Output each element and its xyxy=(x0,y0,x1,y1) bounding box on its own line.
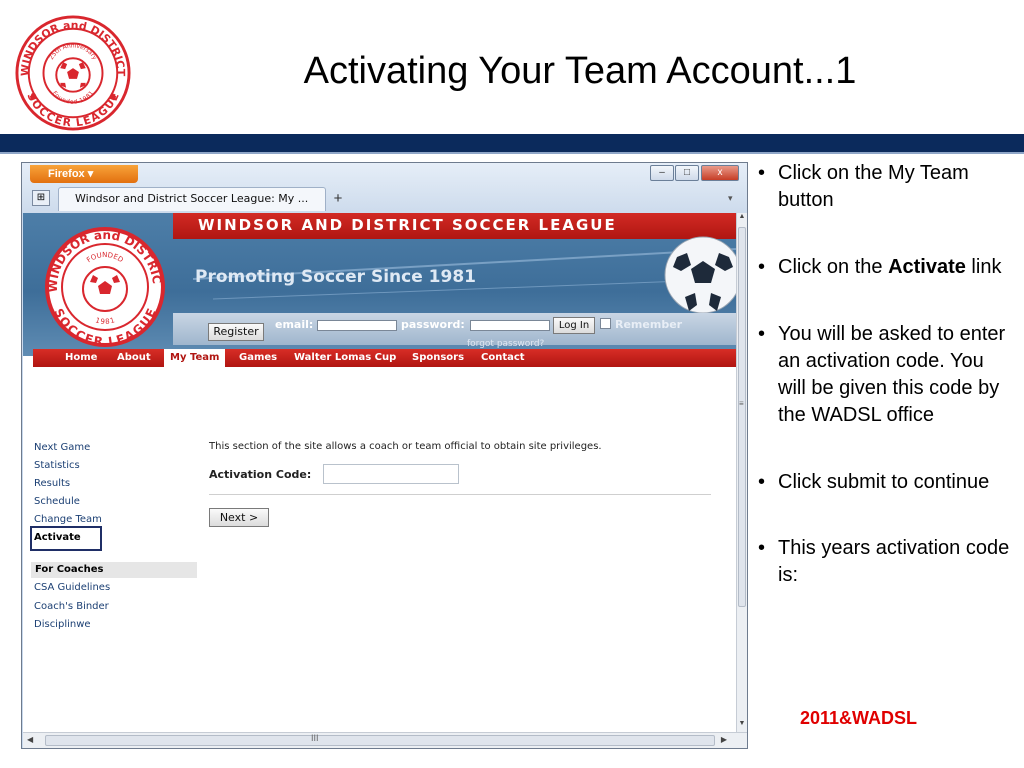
close-button[interactable]: x xyxy=(701,165,739,181)
nav-about[interactable]: About xyxy=(117,349,151,367)
coaches-heading: For Coaches xyxy=(31,562,197,578)
instruction-code-intro: This years activation code is: xyxy=(758,535,1016,589)
activate-highlight-box xyxy=(30,526,102,551)
vertical-scroll-thumb[interactable] xyxy=(738,227,746,607)
nav-sponsors[interactable]: Sponsors xyxy=(412,349,464,367)
sidebar-item-statistics[interactable]: Statistics xyxy=(34,460,80,471)
browser-chrome: Firefox ▾ – □ x ⊞ Windsor and District S… xyxy=(22,163,747,213)
tab-groups-icon[interactable]: ⊞ xyxy=(32,190,50,206)
vertical-scrollbar[interactable]: ▲ ≡ ▼ xyxy=(736,213,747,732)
register-button[interactable]: Register xyxy=(208,323,264,341)
site-header: WINDSOR AND DISTRICT SOCCER LEAGUE Promo… xyxy=(23,213,736,356)
sidebar-item-next-game[interactable]: Next Game xyxy=(34,442,90,453)
sidebar-item-coaches-binder[interactable]: Coach's Binder xyxy=(34,601,109,612)
sidebar-item-discipline[interactable]: Disciplinwe xyxy=(34,619,91,630)
nav-home[interactable]: Home xyxy=(65,349,97,367)
nav-walter-lomas-cup[interactable]: Walter Lomas Cup xyxy=(294,349,396,367)
nav-games[interactable]: Games xyxy=(239,349,277,367)
horizontal-scrollbar[interactable]: ◀ III ▶ xyxy=(23,732,747,748)
site-navbar: Home About My Team Games Walter Lomas Cu… xyxy=(33,349,736,367)
activation-code-field[interactable] xyxy=(323,464,459,484)
page-viewport: WINDSOR AND DISTRICT SOCCER LEAGUE Promo… xyxy=(23,213,736,732)
title-bar xyxy=(0,134,1024,152)
nav-contact[interactable]: Contact xyxy=(481,349,525,367)
sidebar-item-results[interactable]: Results xyxy=(34,478,70,489)
sidebar-item-schedule[interactable]: Schedule xyxy=(34,496,80,507)
scroll-grip-label: III xyxy=(311,733,319,743)
instruction-enter-code: You will be asked to enter an activation… xyxy=(758,321,1016,429)
site-name: WINDSOR AND DISTRICT SOCCER LEAGUE xyxy=(198,216,617,234)
content-divider xyxy=(209,494,711,495)
minimize-button[interactable]: – xyxy=(650,165,674,181)
section-description: This section of the site allows a coach … xyxy=(209,441,602,452)
scroll-left-icon[interactable]: ◀ xyxy=(27,735,33,744)
instruction-submit: Click submit to continue xyxy=(758,469,1016,496)
email-label: email: xyxy=(275,318,314,331)
next-button[interactable]: Next > xyxy=(209,508,269,527)
horizontal-scroll-thumb[interactable]: III xyxy=(45,733,715,746)
password-label: password: xyxy=(401,318,465,331)
menu-arrow-icon: ▾ xyxy=(87,168,94,180)
tab-list-icon[interactable]: ▾ xyxy=(728,193,733,204)
scroll-right-icon[interactable]: ▶ xyxy=(721,735,727,744)
soccer-ball-icon xyxy=(664,236,736,314)
maximize-button[interactable]: □ xyxy=(675,165,699,181)
site-logo: WINDSOR and DISTRICT SOCCER LEAGUE FOUND… xyxy=(33,221,165,349)
slide: WINDSOR and DISTRICT SOCCER LEAGUE 25th … xyxy=(0,0,1024,768)
forgot-password-link[interactable]: forgot password? xyxy=(467,339,544,349)
email-field[interactable] xyxy=(317,320,397,331)
sidebar-item-csa-guidelines[interactable]: CSA Guidelines xyxy=(34,582,110,593)
browser-window: Firefox ▾ – □ x ⊞ Windsor and District S… xyxy=(21,162,748,749)
sidebar-item-change-team[interactable]: Change Team xyxy=(34,514,102,525)
browser-tab[interactable]: Windsor and District Soccer League: My .… xyxy=(58,187,326,211)
site-tagline: Promoting Soccer Since 1981 xyxy=(195,267,476,287)
title-bar-line xyxy=(0,152,1024,154)
scroll-grip-icon: ≡ xyxy=(739,399,744,408)
password-field[interactable] xyxy=(470,320,550,331)
scroll-down-icon[interactable]: ▼ xyxy=(737,720,747,732)
remember-label: Remember xyxy=(615,318,683,331)
instruction-my-team: Click on the My Team button xyxy=(758,160,1016,214)
remember-checkbox[interactable] xyxy=(600,318,611,329)
login-button[interactable]: Log In xyxy=(553,317,595,334)
slide-title: Activating Your Team Account...1 xyxy=(303,50,857,92)
activation-code-value: 2011&WADSL xyxy=(800,708,918,728)
activation-code-label: Activation Code: xyxy=(209,468,312,481)
league-logo: WINDSOR and DISTRICT SOCCER LEAGUE 25th … xyxy=(15,15,131,131)
instruction-list: Click on the My Team button Click on the… xyxy=(758,160,1016,629)
new-tab-button[interactable]: + xyxy=(328,190,348,208)
nav-my-team[interactable]: My Team xyxy=(164,349,226,367)
scroll-up-icon[interactable]: ▲ xyxy=(737,213,747,225)
firefox-menu-button[interactable]: Firefox ▾ xyxy=(30,165,138,183)
instruction-activate: Click on the Activate link xyxy=(758,254,1016,281)
